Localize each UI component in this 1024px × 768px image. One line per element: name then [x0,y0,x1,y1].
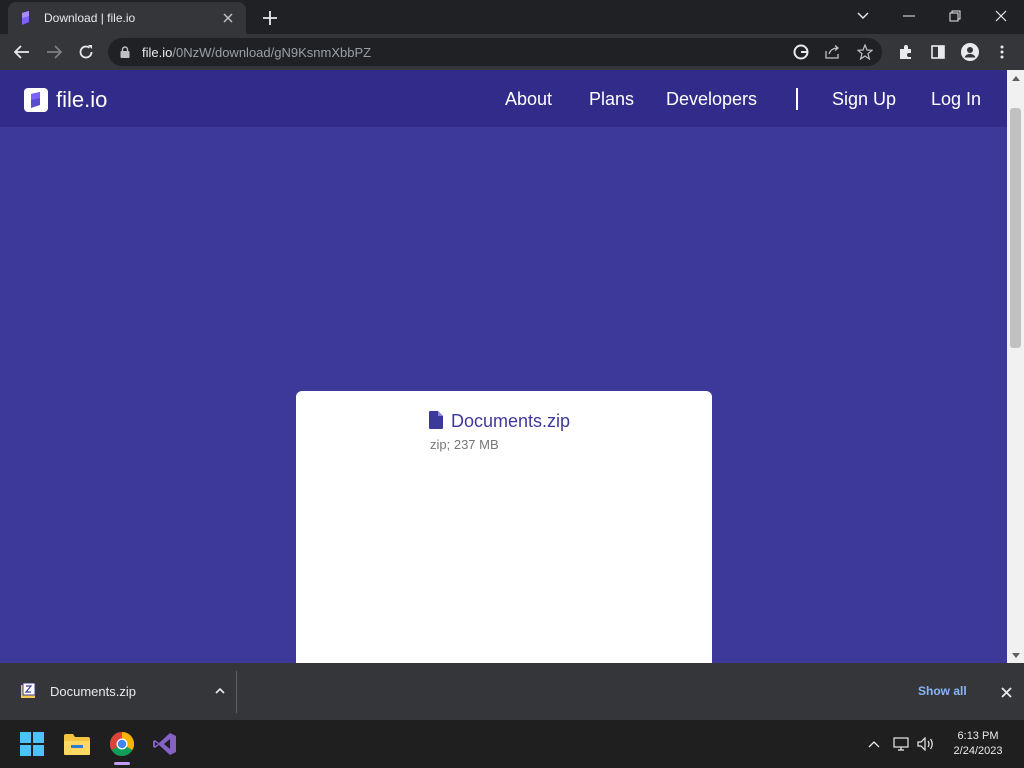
extensions-puzzle-icon[interactable] [892,38,920,66]
system-clock[interactable]: 6:13 PM 2/24/2023 [946,729,1010,759]
nav-log-in-link[interactable]: Log In [931,89,981,110]
scrollbar-thumb[interactable] [1010,108,1021,348]
close-shelf-icon[interactable] [994,680,1018,704]
restore-icon[interactable] [932,0,978,32]
download-shelf: Documents.zip Show all [0,663,1024,720]
nav-sign-up-link[interactable]: Sign Up [832,89,896,110]
scroll-down-arrow-icon[interactable] [1007,647,1024,663]
brand-link[interactable]: file.io [24,87,107,113]
menu-kebab-icon[interactable] [988,38,1016,66]
lock-icon[interactable] [118,45,132,59]
nav-developers-link[interactable]: Developers [666,89,757,110]
site-header: file.io About Plans Developers Sign Up L… [0,70,1007,127]
profile-avatar-icon[interactable] [956,38,984,66]
browser-tab[interactable]: Download | file.io [8,2,246,34]
side-panel-icon[interactable] [924,38,952,66]
reload-icon[interactable] [72,38,100,66]
file-meta: zip; 237 MB [430,437,499,452]
volume-icon[interactable] [916,734,936,754]
network-icon[interactable] [891,734,911,754]
download-item[interactable]: Documents.zip [10,671,236,711]
url-text: file.io/0NzW/download/gN9KsnmXbbPZ [142,45,371,60]
new-tab-plus-icon[interactable] [258,6,282,30]
file-icon [429,411,443,429]
share-icon[interactable] [822,42,844,62]
page-scrollbar[interactable] [1007,70,1024,663]
fileio-favicon-icon [18,10,34,26]
file-download-card: Documents.zip zip; 237 MB [296,391,712,663]
zip-file-icon [20,682,38,700]
file-explorer-icon[interactable] [59,726,95,762]
tab-search-chevron-icon[interactable] [840,0,886,32]
minimize-icon[interactable] [886,0,932,32]
clock-time: 6:13 PM [957,730,999,742]
chevron-up-icon[interactable] [208,679,232,703]
window-close-icon[interactable] [978,0,1024,32]
address-bar[interactable]: file.io/0NzW/download/gN9KsnmXbbPZ [108,38,882,66]
windows-taskbar: 6:13 PM 2/24/2023 [0,720,1024,768]
active-app-indicator [114,762,130,765]
download-file-name: Documents.zip [50,683,136,699]
shelf-divider [236,671,237,713]
url-path: /0NzW/download/gN9KsnmXbbPZ [172,44,372,60]
web-page: file.io About Plans Developers Sign Up L… [0,70,1007,663]
browser-toolbar: file.io/0NzW/download/gN9KsnmXbbPZ [0,34,1024,70]
fileio-logo-icon [24,88,48,112]
nav-plans-link[interactable]: Plans [589,89,634,110]
tray-overflow-chevron-icon[interactable] [864,734,884,754]
tab-close-icon[interactable] [220,10,236,26]
tab-title: Download | file.io [44,11,136,25]
nav-divider [796,88,798,110]
chrome-icon[interactable] [104,726,140,762]
forward-arrow-icon[interactable] [40,38,68,66]
clock-date: 2/24/2023 [953,745,1003,757]
url-host: file.io [142,44,173,60]
browser-tab-strip: Download | file.io [0,0,1024,34]
nav-about-link[interactable]: About [505,89,552,110]
visual-studio-icon[interactable] [147,726,183,762]
show-all-downloads-link[interactable]: Show all [918,684,967,698]
bookmark-star-icon[interactable] [854,42,876,62]
scroll-up-arrow-icon[interactable] [1007,70,1024,86]
file-name: Documents.zip [451,411,571,431]
start-icon[interactable] [14,726,50,762]
google-lens-icon[interactable] [790,42,812,62]
back-arrow-icon[interactable] [8,38,36,66]
brand-name: file.io [56,87,108,112]
